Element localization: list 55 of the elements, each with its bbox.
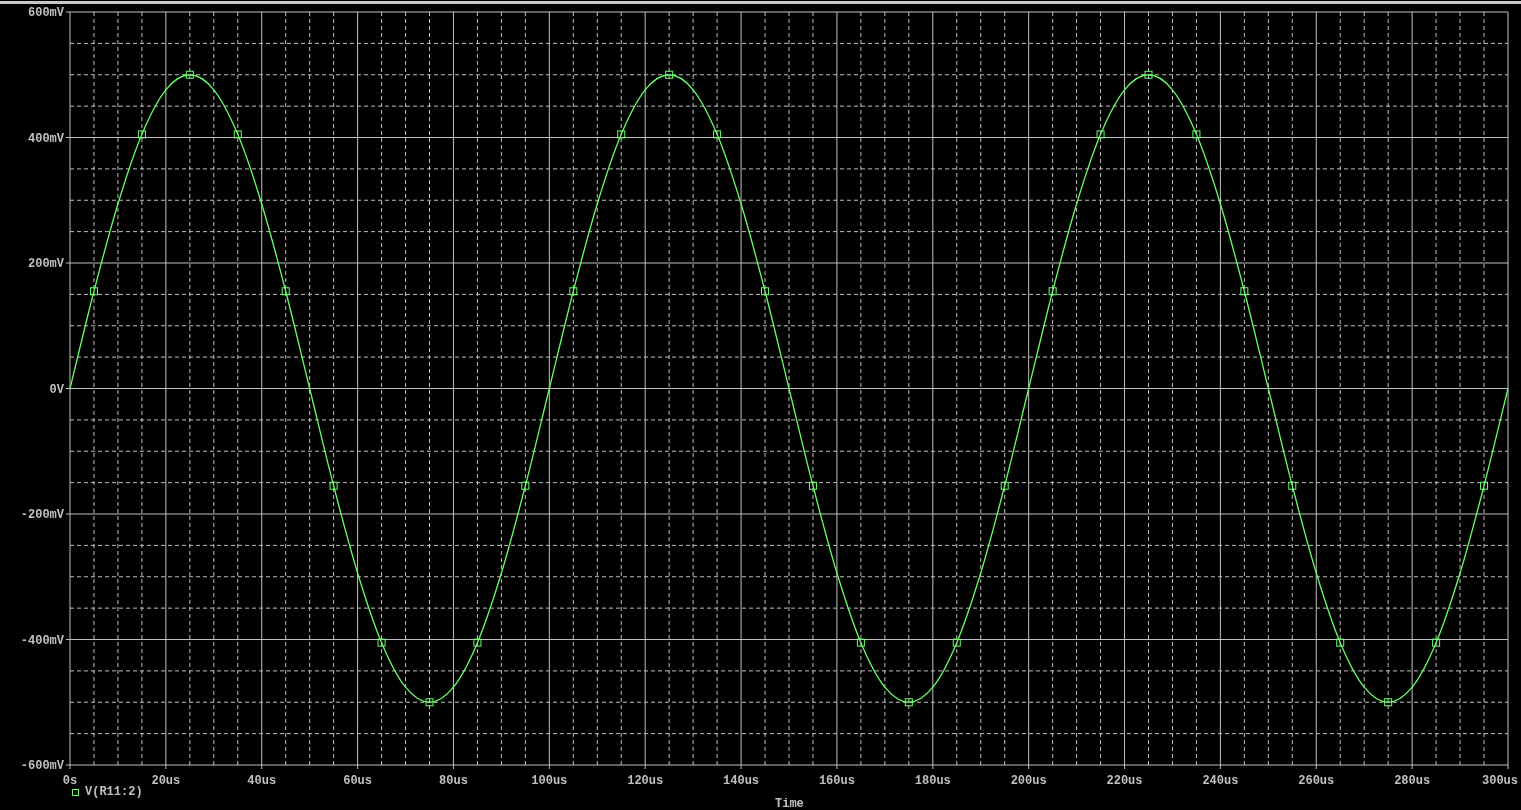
data-point-marker <box>233 130 242 139</box>
data-point-marker <box>1048 287 1057 296</box>
data-point-marker <box>1432 638 1441 647</box>
y-tick-label: -600mV <box>20 759 64 773</box>
x-tick-label: 100us <box>531 774 568 786</box>
x-tick-label: 300us <box>1482 774 1518 786</box>
data-point-marker <box>665 70 674 79</box>
data-point-marker <box>1144 70 1153 79</box>
data-point-marker <box>89 287 98 296</box>
y-tick-label: -400mV <box>20 633 64 648</box>
x-tick-label: 200us <box>1010 774 1047 786</box>
x-tick-label: 220us <box>1106 774 1143 786</box>
x-tick-label: 140us <box>723 774 760 786</box>
data-point-marker <box>761 287 770 296</box>
x-tick-label: 20us <box>151 774 181 786</box>
data-point-marker <box>856 638 865 647</box>
y-tick-label: 600mV <box>28 6 64 20</box>
data-point-marker <box>1192 130 1201 139</box>
x-tick-label: 80us <box>439 774 468 786</box>
data-point-marker <box>1096 130 1105 139</box>
data-point-marker <box>281 287 290 296</box>
x-tick-label: 120us <box>627 774 664 786</box>
x-axis-title: Time <box>775 798 804 810</box>
legend-label: V(R11:2) <box>85 786 143 798</box>
x-tick-label: 240us <box>1202 774 1239 786</box>
data-point-marker <box>569 287 578 296</box>
data-point-marker <box>808 481 817 490</box>
data-point-marker <box>1384 698 1393 707</box>
data-point-marker <box>473 638 482 647</box>
data-point-marker <box>377 638 386 647</box>
y-tick-label: -200mV <box>20 508 64 522</box>
data-point-marker <box>1000 481 1009 490</box>
data-point-marker <box>952 638 961 647</box>
data-point-marker <box>1336 638 1345 647</box>
data-point-marker <box>329 481 338 490</box>
data-point-marker <box>713 130 722 139</box>
data-point-marker <box>1240 287 1249 296</box>
x-tick-label: 180us <box>914 774 951 786</box>
y-tick-label: 0V <box>49 382 64 397</box>
x-tick-label: 0s <box>62 774 78 786</box>
data-point-marker <box>617 130 626 139</box>
data-point-marker <box>185 70 194 79</box>
data-point-marker <box>1288 481 1297 490</box>
y-tick-label: 200mV <box>28 257 64 271</box>
data-point-marker <box>1480 481 1489 490</box>
data-point-marker <box>904 698 913 707</box>
data-point-marker <box>521 481 530 490</box>
data-point-marker <box>425 698 434 707</box>
data-point-marker <box>137 130 146 139</box>
x-tick-label: 60us <box>343 774 372 786</box>
x-tick-label: 260us <box>1298 774 1335 786</box>
y-tick-label: 400mV <box>28 131 64 146</box>
x-tick-label: 40us <box>247 774 277 786</box>
x-tick-label: 280us <box>1394 774 1431 786</box>
x-tick-label: 160us <box>818 774 855 786</box>
